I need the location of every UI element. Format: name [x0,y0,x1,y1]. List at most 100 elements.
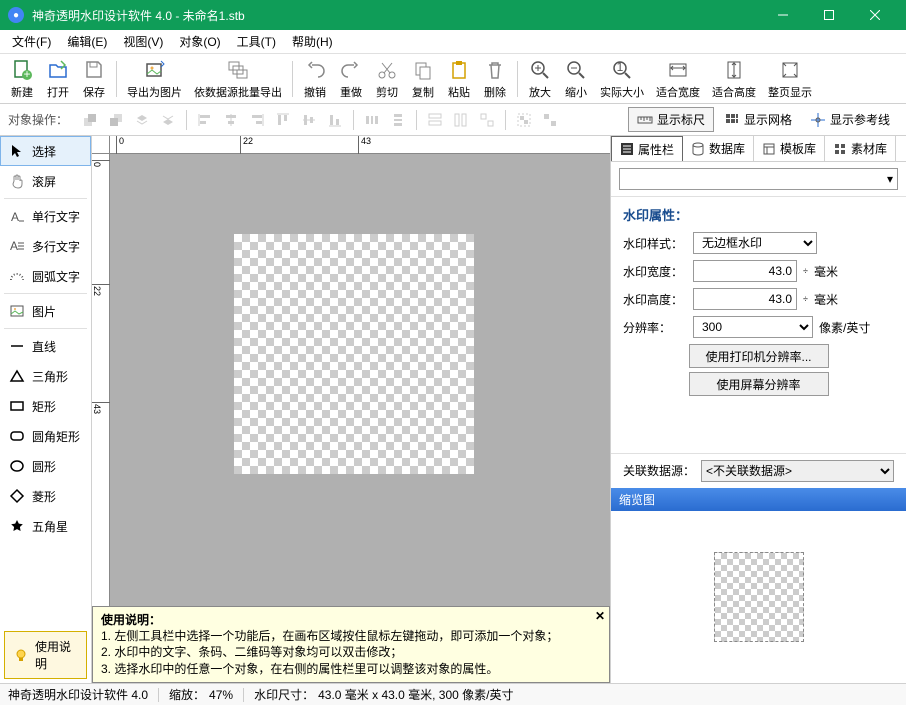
db-icon [691,142,705,156]
group-icon [512,108,536,132]
menu-object[interactable]: 对象(O) [171,30,228,53]
hint-close-button[interactable]: ✕ [595,609,605,623]
tool-triangle[interactable]: 三角形 [0,361,91,391]
layer-down-icon [156,108,180,132]
arctext-icon [8,267,26,285]
height-input[interactable] [693,288,797,310]
copy-button[interactable]: 复制 [405,56,441,102]
tool-rect[interactable]: 矩形 [0,391,91,421]
show-guides-toggle[interactable]: 显示参考线 [802,108,898,131]
ellipse-icon [8,457,26,475]
zoom-out-icon [564,58,588,82]
dpi-select[interactable]: 300 [693,316,813,338]
tool-single-text[interactable]: A单行文字 [0,201,91,231]
same-height-icon [449,108,473,132]
image-icon [8,302,26,320]
show-ruler-toggle[interactable]: 显示标尺 [628,107,714,132]
screen-dpi-button[interactable]: 使用屏幕分辨率 [689,372,829,396]
batch-export-button[interactable]: 依数据源批量导出 [188,56,288,102]
canvas-area[interactable]: 0 22 43 0 22 43 ✕ 使用说明： 1. 左侧工具栏中选择一个功能后… [92,136,610,683]
copy-icon [411,58,435,82]
fit-width-button[interactable]: 适合宽度 [650,56,706,102]
menu-tools[interactable]: 工具(T) [229,30,284,53]
align-bottom-icon [323,108,347,132]
tool-line[interactable]: 直线 [0,331,91,361]
menu-edit[interactable]: 编辑(E) [59,30,115,53]
tool-multi-text[interactable]: A多行文字 [0,231,91,261]
list-icon [620,142,634,156]
help-button[interactable]: 使用说明 [4,631,87,679]
titlebar: ● 神奇透明水印设计软件 4.0 - 未命名1.stb [0,0,906,30]
tab-properties[interactable]: 属性栏 [611,136,683,161]
ungroup-icon [538,108,562,132]
multitext-icon: A [8,237,26,255]
main-toolbar: +新建 打开 保存 导出为图片 依数据源批量导出 撤销 重做 剪切 复制 粘贴 … [0,54,906,104]
tool-star[interactable]: 五角星 [0,511,91,541]
fit-height-button[interactable]: 适合高度 [706,56,762,102]
left-tool-panel: 选择 滚屏 A单行文字 A多行文字 圆弧文字 图片 直线 三角形 矩形 圆角矩形… [0,136,92,683]
hand-icon [8,172,26,190]
style-select[interactable]: 无边框水印 [693,232,817,254]
object-toolbar: 对象操作： 显示标尺 显示网格 显示参考线 [0,104,906,136]
save-button[interactable]: 保存 [76,56,112,102]
align-left-icon [193,108,217,132]
hint-title: 使用说明： [101,611,601,628]
zoom-out-button[interactable]: 缩小 [558,56,594,102]
right-panel: 属性栏 数据库 模板库 素材库 ▾ 水印属性： 水印样式： 无边框水印 水印宽度… [610,136,906,683]
send-back-icon [104,108,128,132]
zoom-in-button[interactable]: 放大 [522,56,558,102]
tool-pan[interactable]: 滚屏 [0,166,91,196]
diamond-icon [8,487,26,505]
menu-file[interactable]: 文件(F) [4,30,59,53]
align-top-icon [271,108,295,132]
undo-button[interactable]: 撤销 [297,56,333,102]
close-button[interactable] [852,0,898,30]
export-image-button[interactable]: 导出为图片 [121,56,188,102]
printer-dpi-button[interactable]: 使用打印机分辨率... [689,344,829,368]
menu-help[interactable]: 帮助(H) [284,30,341,53]
menu-view[interactable]: 视图(V) [115,30,171,53]
tool-arc-text[interactable]: 圆弧文字 [0,261,91,291]
tab-database[interactable]: 数据库 [683,136,754,161]
tool-diamond[interactable]: 菱形 [0,481,91,511]
paste-button[interactable]: 粘贴 [441,56,477,102]
app-icon: ● [8,7,24,23]
height-unit: 毫米 [814,291,874,308]
object-ops-label: 对象操作： [8,111,68,128]
triangle-icon [8,367,26,385]
svg-text:A: A [10,239,18,253]
svg-text:1: 1 [617,60,624,74]
fit-height-icon [722,58,746,82]
new-button[interactable]: +新建 [4,56,40,102]
dist-v-icon [386,108,410,132]
width-input[interactable] [693,260,797,282]
actual-size-button[interactable]: 1实际大小 [594,56,650,102]
cut-button[interactable]: 剪切 [369,56,405,102]
object-selector-combo[interactable]: ▾ [619,168,898,190]
tab-assets[interactable]: 素材库 [825,136,896,161]
open-button[interactable]: 打开 [40,56,76,102]
hint-line-2: 2. 水印中的文字、条码、二维码等对象均可以双击修改； [101,644,601,661]
bulb-icon [13,647,29,663]
tool-round-rect[interactable]: 圆角矩形 [0,421,91,451]
hint-box: ✕ 使用说明： 1. 左侧工具栏中选择一个功能后，在画布区域按住鼠标左键拖动，即… [92,606,610,683]
fit-page-button[interactable]: 整页显示 [762,56,818,102]
right-tabs: 属性栏 数据库 模板库 素材库 [611,136,906,162]
minimize-button[interactable] [760,0,806,30]
show-grid-toggle[interactable]: 显示网格 [716,108,800,131]
maximize-button[interactable] [806,0,852,30]
artboard[interactable] [234,234,474,474]
link-label: 关联数据源： [623,462,695,479]
tool-image[interactable]: 图片 [0,296,91,326]
ruler-icon [637,112,653,128]
star-icon [8,517,26,535]
tool-select[interactable]: 选择 [0,136,91,166]
delete-button[interactable]: 删除 [477,56,513,102]
link-select[interactable]: <不关联数据源> [701,460,894,482]
tab-templates[interactable]: 模板库 [754,136,825,161]
status-size-label: 水印尺寸： [254,686,314,703]
actual-size-icon: 1 [610,58,634,82]
redo-button[interactable]: 重做 [333,56,369,102]
tool-ellipse[interactable]: 圆形 [0,451,91,481]
same-size-icon [475,108,499,132]
